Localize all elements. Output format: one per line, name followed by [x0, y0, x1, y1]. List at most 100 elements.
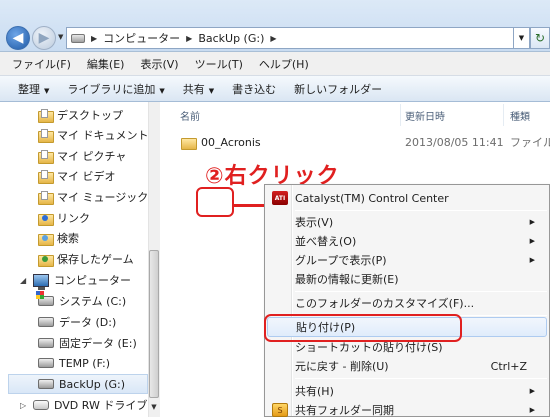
burn-button[interactable]: 書き込む [224, 81, 286, 97]
context-item-sort[interactable]: 並べ替え(O) ▶ [267, 231, 547, 251]
computer-icon [33, 273, 49, 290]
column-header-type[interactable]: 種類 [510, 106, 530, 124]
nav-item-my-music[interactable]: マイ ミュージック [38, 187, 148, 207]
nav-item-label: データ (D:) [59, 316, 117, 329]
annotation-paste-highlight [264, 314, 462, 342]
context-item-label: 共有(H) [295, 385, 334, 398]
context-item-view[interactable]: 表示(V) ▶ [267, 212, 547, 232]
breadcrumb-computer[interactable]: コンピューター [103, 30, 180, 46]
nav-item-drive-d[interactable]: データ (D:) [38, 312, 116, 332]
nav-item-label: マイ ピクチャ [57, 150, 127, 163]
chevron-right-icon[interactable]: ▶ [270, 34, 276, 43]
submenu-arrow-icon: ▶ [529, 218, 535, 226]
nav-scrollbar-thumb[interactable] [149, 250, 159, 398]
share-label: 共有 [182, 82, 205, 96]
chevron-right-icon[interactable]: ▶ [91, 34, 97, 43]
column-divider[interactable] [503, 104, 504, 126]
context-item-label: 最新の情報に更新(E) [295, 273, 399, 286]
context-item-share[interactable]: 共有(H) ▶ [267, 381, 547, 401]
nav-item-drive-e[interactable]: 固定データ (E:) [38, 333, 137, 353]
forward-button[interactable]: ▶ [32, 26, 56, 50]
column-divider[interactable] [400, 104, 401, 126]
context-item-refresh[interactable]: 最新の情報に更新(E) [267, 269, 547, 289]
nav-item-desktop[interactable]: デスクトップ [38, 105, 123, 125]
nav-item-drive-c[interactable]: システム (C:) [36, 291, 126, 311]
drive-icon [38, 379, 54, 389]
address-dropdown[interactable]: ▼ [514, 27, 530, 49]
submenu-arrow-icon: ▶ [529, 387, 535, 395]
address-box[interactable]: ▶ コンピューター ▶ BackUp (G:) ▶ [66, 27, 514, 49]
organize-button[interactable]: 整理 ▼ [10, 81, 59, 97]
menu-view[interactable]: 表示(V) [132, 56, 186, 72]
address-bar-area: ◀ ▶ ▼ ▶ コンピューター ▶ BackUp (G:) ▶ ▼ ↻ [0, 0, 550, 52]
scroll-down-icon[interactable]: ▼ [149, 400, 159, 414]
submenu-arrow-icon: ▶ [529, 256, 535, 264]
nav-item-label: BackUp (G:) [59, 377, 126, 391]
nav-item-my-pictures[interactable]: マイ ピクチャ [38, 146, 126, 166]
nav-item-label: DVD RW ドライブ [54, 399, 148, 412]
context-item-shared-folder-sync[interactable]: S 共有フォルダー同期 ▶ [267, 400, 547, 417]
nav-item-my-videos[interactable]: マイ ビデオ [38, 166, 116, 186]
file-modified: 2013/08/05 11:41 [405, 135, 504, 149]
nav-item-drive-g[interactable]: BackUp (G:) [8, 374, 148, 394]
drive-icon [71, 33, 85, 43]
expander-icon[interactable]: ▷ [20, 401, 28, 410]
nav-item-saved-games[interactable]: 保存したゲーム [38, 249, 134, 269]
new-folder-button[interactable]: 新しいフォルダー [286, 81, 392, 97]
context-item-catalyst[interactable]: ATI Catalyst(TM) Control Center [267, 188, 547, 208]
refresh-button[interactable]: ↻ [530, 27, 550, 49]
search-folder-icon [38, 232, 54, 246]
nav-item-dvd-drive[interactable]: ▷ DVD RW ドライブ [20, 395, 147, 415]
documents-folder-icon [38, 129, 54, 143]
nav-item-links[interactable]: リンク [38, 208, 90, 228]
nav-item-label: リンク [57, 212, 90, 225]
context-item-label: Catalyst(TM) Control Center [295, 191, 449, 205]
nav-item-computer[interactable]: ◢ コンピューター [20, 270, 131, 290]
refresh-icon: ↻ [534, 31, 546, 45]
nav-item-drive-f[interactable]: TEMP (F:) [38, 353, 110, 373]
folder-icon [38, 109, 54, 123]
chevron-right-icon[interactable]: ▶ [186, 34, 192, 43]
column-header-modified[interactable]: 更新日時 [405, 106, 445, 124]
menu-edit[interactable]: 編集(E) [79, 56, 133, 72]
context-menu: ATI Catalyst(TM) Control Center 表示(V) ▶ … [264, 184, 550, 417]
column-header-name[interactable]: 名前 [180, 106, 200, 124]
share-button[interactable]: 共有 ▼ [175, 81, 224, 97]
menu-separator [295, 210, 547, 211]
menu-tools[interactable]: ツール(T) [187, 56, 251, 72]
recent-pages-dropdown[interactable]: ▼ [58, 33, 63, 41]
nav-item-search[interactable]: 検索 [38, 228, 79, 248]
nav-item-label: マイ ビデオ [57, 170, 116, 183]
saved-games-folder-icon [38, 253, 54, 267]
nav-item-label: マイ ミュージック [57, 191, 149, 204]
drive-icon [38, 338, 54, 348]
submenu-arrow-icon: ▶ [529, 406, 535, 414]
menu-help[interactable]: ヘルプ(H) [251, 56, 317, 72]
menu-separator [295, 378, 547, 379]
context-item-label: 元に戻す - 削除(U) [295, 360, 389, 373]
context-item-undo-delete[interactable]: 元に戻す - 削除(U) Ctrl+Z [267, 356, 547, 376]
nav-item-label: TEMP (F:) [59, 356, 111, 370]
videos-folder-icon [38, 170, 54, 184]
menu-bar: ファイル(F) 編集(E) 表示(V) ツール(T) ヘルプ(H) [0, 52, 550, 76]
context-item-label: 共有フォルダー同期 [295, 404, 394, 417]
context-item-group-by[interactable]: グループで表示(P) ▶ [267, 250, 547, 270]
breadcrumb-backup[interactable]: BackUp (G:) [198, 32, 264, 45]
music-folder-icon [38, 191, 54, 205]
menu-file[interactable]: ファイル(F) [4, 56, 79, 72]
arrow-left-icon: ◀ [12, 30, 24, 46]
add-to-library-button[interactable]: ライブラリに追加 ▼ [59, 81, 174, 97]
chevron-down-icon: ▼ [44, 86, 50, 95]
chevron-down-icon: ▼ [208, 86, 215, 95]
context-item-customize[interactable]: このフォルダーのカスタマイズ(F)... [267, 293, 547, 313]
nav-item-my-documents[interactable]: マイ ドキュメント [38, 125, 149, 145]
pictures-folder-icon [38, 150, 54, 164]
dvd-drive-icon [33, 400, 49, 410]
file-name: 00_Acronis [201, 135, 261, 149]
system-drive-icon [36, 291, 54, 306]
nav-item-label: 固定データ (E:) [59, 337, 137, 350]
expander-icon[interactable]: ◢ [20, 276, 28, 285]
back-button[interactable]: ◀ [6, 26, 30, 50]
nav-item-label: マイ ドキュメント [57, 129, 149, 142]
file-row[interactable]: 00_Acronis [181, 133, 261, 151]
